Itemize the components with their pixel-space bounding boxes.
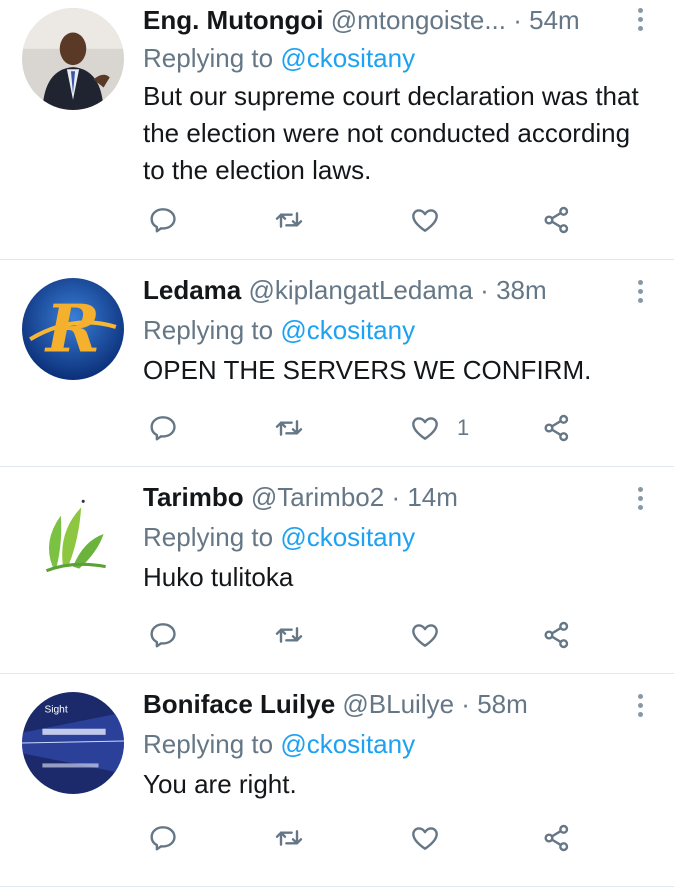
replying-prefix: Replying to [143,315,274,345]
tweet-text: Huko tulitoka [143,562,294,592]
user-handle[interactable]: @mtongoiste... [331,5,506,35]
share-icon [544,206,569,234]
retweet-button[interactable] [273,408,305,448]
replying-to: Replying to @ckositany [143,726,415,762]
reply-button[interactable] [147,200,179,240]
separator-dot: · [513,5,522,35]
tweet-header: Eng. Mutongoi @mtongoiste... · 54m [143,2,614,38]
user-handle[interactable]: @kiplangatLedama [249,275,473,305]
heart-icon [412,624,438,647]
timestamp[interactable]: 14m [407,482,458,512]
share-icon [544,414,569,442]
reply-button[interactable] [147,408,179,448]
replying-to: Replying to @ckositany [143,519,415,555]
like-button[interactable] [409,818,457,858]
timestamp[interactable]: 54m [529,5,580,35]
separator-dot: · [480,275,489,305]
avatar[interactable]: R [22,278,124,380]
tweet-header: Ledama @kiplangatLedama · 38m [143,272,614,308]
svg-text:R: R [44,291,100,367]
avatar-logo: R [22,278,124,380]
replying-prefix: Replying to [143,729,274,759]
heart-icon [412,827,438,850]
share-button[interactable] [541,615,573,655]
retweet-icon [275,627,303,643]
retweet-icon [275,830,303,846]
retweet-icon [275,212,303,228]
mention-link[interactable]: @ckositany [280,729,415,759]
timestamp[interactable]: 58m [477,689,528,719]
reply-icon [150,416,176,441]
tweet-header: Boniface Luilye @BLuilye · 58m [143,686,614,722]
separator-dot: · [391,482,401,512]
avatar-image: Sight [22,692,124,794]
reply-feed: Eng. Mutongoi @mtongoiste... · 54m Reply… [0,0,674,887]
tweet-text: You are right. [143,769,297,799]
replying-prefix: Replying to [143,43,274,73]
avatar[interactable] [22,8,124,110]
more-vertical-icon[interactable] [632,694,648,724]
more-vertical-icon[interactable] [632,487,648,517]
user-handle[interactable]: @Tarimbo2 [251,482,384,512]
mention-link[interactable]: @ckositany [280,315,415,345]
retweet-button[interactable] [273,200,305,240]
reply-icon [150,623,176,648]
share-button[interactable] [541,818,573,858]
tweet-actions [143,615,583,655]
tweet-actions [143,818,583,858]
avatar-photo [22,8,124,110]
tweet[interactable]: Sight Boniface Luilye @BLuilye · 58m Rep… [0,674,674,887]
share-icon [544,621,569,649]
avatar[interactable]: Sight [22,692,124,794]
avatar[interactable] [22,485,124,587]
like-count: 1 [457,415,470,440]
retweet-button[interactable] [273,615,305,655]
timestamp[interactable]: 38m [496,275,547,305]
more-vertical-icon[interactable] [632,8,648,38]
tweet[interactable]: Tarimbo @Tarimbo2 · 14m Replying to @cko… [0,467,674,674]
avatar-text: Sight [44,704,67,715]
share-button[interactable] [541,200,573,240]
tweet[interactable]: Eng. Mutongoi @mtongoiste... · 54m Reply… [0,0,674,260]
tweet[interactable]: R Ledama @kiplangatLedama · 38m Replying… [0,260,674,467]
like-button[interactable]: 1 [409,408,469,448]
avatar-logo [22,485,124,587]
reply-icon [150,826,176,851]
replying-to: Replying to @ckositany [143,40,415,76]
more-vertical-icon[interactable] [632,280,648,310]
tweet-actions [143,200,583,240]
heart-icon [412,209,438,232]
display-name[interactable]: Ledama [143,275,241,305]
mention-link[interactable]: @ckositany [280,43,415,73]
like-button[interactable] [409,615,457,655]
like-button[interactable] [409,200,457,240]
display-name[interactable]: Tarimbo [143,482,244,512]
replying-to: Replying to @ckositany [143,312,415,348]
tweet-text: But our supreme court declaration was th… [143,81,639,185]
tweet-header: Tarimbo @Tarimbo2 · 14m [143,479,614,515]
reply-button[interactable] [147,615,179,655]
tweet-text: OPEN THE SERVERS WE CONFIRM. [143,355,592,385]
retweet-icon [275,420,303,436]
user-handle[interactable]: @BLuilye [342,689,454,719]
replying-prefix: Replying to [143,522,274,552]
retweet-button[interactable] [273,818,305,858]
tweet-actions: 1 [143,408,583,448]
display-name[interactable]: Boniface Luilye [143,689,335,719]
mention-link[interactable]: @ckositany [280,522,415,552]
display-name[interactable]: Eng. Mutongoi [143,5,324,35]
reply-icon [150,208,176,233]
separator-dot: · [461,689,470,719]
share-button[interactable] [541,408,573,448]
share-icon [544,824,569,852]
reply-button[interactable] [147,818,179,858]
heart-icon [412,417,438,440]
